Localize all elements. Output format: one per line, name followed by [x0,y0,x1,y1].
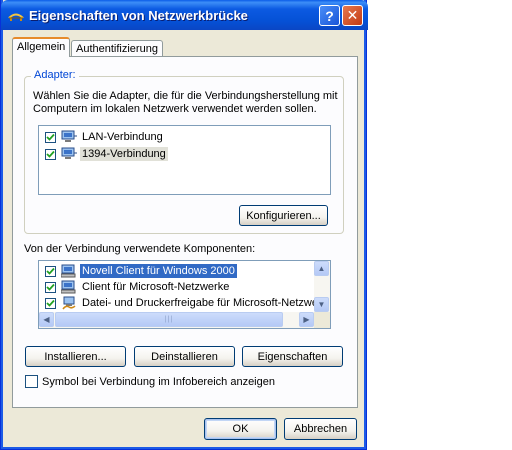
scroll-up-button[interactable]: ▲ [314,261,329,276]
network-client-icon [61,264,76,278]
check-icon [46,283,55,291]
lan-checkbox[interactable] [45,131,56,143]
chevron-down-icon: ▼ [317,300,326,309]
list-item[interactable]: Novell Client für Windows 2000 [45,263,237,279]
file-printer-sharing-checkbox[interactable] [45,297,56,309]
check-icon [46,150,55,158]
grip-icon: ||| [164,316,174,323]
network-bridge-icon [8,13,24,21]
list-item[interactable]: Datei- und Druckerfreigabe für Microsoft… [45,295,324,311]
list-item[interactable]: Client für Microsoft-Netzwerke [45,279,231,295]
list-item[interactable]: LAN-Verbindung [45,129,165,145]
vertical-scrollbar[interactable]: ▲ ▼ [314,261,330,312]
tray-icon-checkbox[interactable] [25,375,38,388]
scroll-thumb[interactable]: ||| [55,312,283,327]
window-title: Eigenschaften von Netzwerkbrücke [29,8,248,23]
tab-authentifizierung[interactable]: Authentifizierung [71,40,163,56]
properties-dialog: Eigenschaften von Netzwerkbrücke ? ✕ All… [0,0,368,450]
configure-button[interactable]: Konfigurieren... [239,205,328,226]
chevron-up-icon: ▲ [317,264,326,273]
list-item[interactable]: 1394-Verbindung [45,146,168,162]
cancel-button[interactable]: Abbrechen [284,418,357,440]
novell-client-label: Novell Client für Windows 2000 [80,264,237,278]
check-icon [46,299,55,307]
ieee1394-label: 1394-Verbindung [80,147,168,161]
tray-icon-option[interactable]: Symbol bei Verbindung im Infobereich anz… [25,375,275,388]
network-client-icon [61,280,76,294]
chevron-right-icon: ▶ [303,315,310,324]
tab-allgemein[interactable]: Allgemein [12,37,71,57]
title-bar[interactable]: Eigenschaften von Netzwerkbrücke ? ✕ [1,0,368,30]
ms-client-checkbox[interactable] [45,281,56,293]
ok-button[interactable]: OK [204,418,277,440]
network-adapter-icon [61,130,77,142]
scroll-corner [314,312,330,328]
properties-button[interactable]: Eigenschaften [242,346,343,367]
network-adapter-icon [61,147,77,159]
help-button[interactable]: ? [319,5,340,26]
scroll-left-button[interactable]: ◀ [39,312,54,327]
file-printer-sharing-icon [62,296,76,310]
horizontal-scrollbar[interactable]: ◀ ||| ▶ [39,312,314,328]
lan-label: LAN-Verbindung [82,131,163,143]
uninstall-button[interactable]: Deinstallieren [134,346,235,367]
novell-client-checkbox[interactable] [45,265,56,277]
adapter-legend: Adapter: [31,69,79,81]
close-button[interactable]: ✕ [342,5,363,26]
scroll-down-button[interactable]: ▼ [314,297,329,312]
ms-client-label: Client für Microsoft-Netzwerke [82,281,230,293]
adapter-description: Wählen Sie die Adapter, die für die Verb… [33,90,338,115]
scroll-right-button[interactable]: ▶ [299,312,314,327]
install-button[interactable]: Installieren... [25,346,126,367]
tray-icon-label[interactable]: Symbol bei Verbindung im Infobereich anz… [42,376,275,388]
components-list[interactable]: Novell Client für Windows 2000 Client fü… [38,260,331,329]
ieee1394-checkbox[interactable] [45,148,56,160]
adapter-list[interactable]: LAN-Verbindung 1394-Verbindung [38,125,331,195]
check-icon [46,133,55,141]
components-label: Von der Verbindung verwendete Komponente… [24,243,256,255]
check-icon [46,267,55,275]
chevron-left-icon: ◀ [43,315,50,324]
file-printer-sharing-label: Datei- und Druckerfreigabe für Microsoft… [82,297,322,309]
